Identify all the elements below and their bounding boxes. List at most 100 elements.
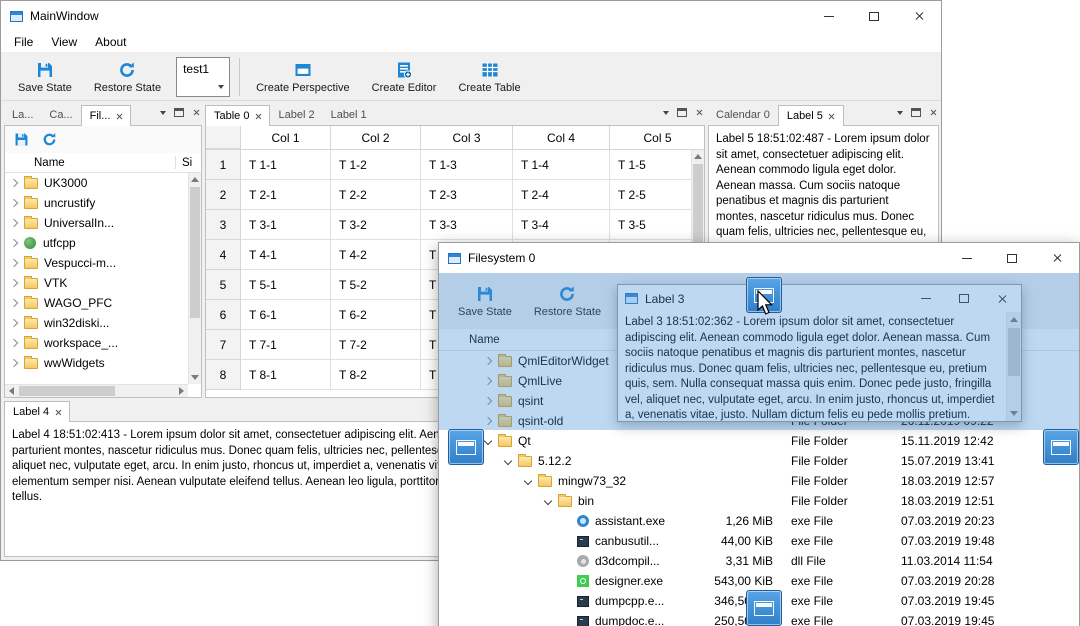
menu-view[interactable]: View [42, 31, 86, 52]
tabs-menu-icon[interactable] [663, 110, 669, 115]
tab-close-icon[interactable] [254, 113, 261, 120]
scroll-down-icon[interactable] [191, 375, 199, 380]
undock-icon[interactable] [677, 108, 687, 117]
tab-label-2[interactable]: Label 2 [270, 105, 322, 125]
create-perspective-button[interactable]: Create Perspective [248, 57, 358, 97]
tree-item[interactable]: win32diski... [5, 313, 201, 333]
restore-icon[interactable] [41, 131, 58, 148]
tab-calendar[interactable]: Ca... [41, 105, 80, 125]
table-cell[interactable]: T 6-1 [241, 300, 331, 330]
table-cell[interactable]: T 3-4 [513, 210, 610, 240]
chevron-right-icon[interactable] [9, 258, 19, 268]
tab-filesystem[interactable]: Fil... [80, 105, 132, 126]
table-cell[interactable]: T 3-2 [331, 210, 421, 240]
tree-item[interactable]: UK3000 [5, 173, 201, 193]
tree-item[interactable]: VTK [5, 273, 201, 293]
tab-close-icon[interactable] [828, 113, 835, 120]
tabs-menu-icon[interactable] [897, 110, 903, 115]
dock-indicator-right[interactable] [1043, 429, 1079, 465]
restore-state-button[interactable]: Restore State [86, 57, 169, 97]
table-cell[interactable]: T 2-2 [331, 180, 421, 210]
maximize-button[interactable] [989, 243, 1034, 273]
table-cell[interactable]: T 2-4 [513, 180, 610, 210]
close-dock-icon[interactable] [929, 109, 936, 116]
table-cell[interactable]: T 4-1 [241, 240, 331, 270]
chevron-right-icon[interactable] [9, 298, 19, 308]
fs-row[interactable]: d3dcompil... 3,31 MiB dll File 11.03.2014 1… [439, 551, 1079, 571]
save-state-button[interactable]: Save State [10, 57, 80, 97]
scrollbar-thumb[interactable] [19, 386, 115, 396]
tab-close-icon[interactable] [54, 409, 61, 416]
tree-item[interactable]: workspace_... [5, 333, 201, 353]
chevron-right-icon[interactable] [9, 198, 19, 208]
maximize-button[interactable] [851, 1, 896, 31]
chevron-down-icon[interactable] [503, 456, 513, 466]
table-cell[interactable]: T 8-1 [241, 360, 331, 390]
row-header[interactable]: 8 [206, 360, 241, 390]
row-header[interactable]: 4 [206, 240, 241, 270]
table-cell[interactable]: T 3-1 [241, 210, 331, 240]
scrollbar-thumb[interactable] [190, 187, 200, 318]
corner-header[interactable] [206, 126, 241, 149]
fs-row[interactable]: canbusutil... 44,00 KiB exe File 07.03.2019… [439, 531, 1079, 551]
tab-close-icon[interactable] [115, 113, 122, 120]
tab-table-0[interactable]: Table 0 [205, 105, 271, 126]
tab-labels[interactable]: La... [4, 105, 41, 125]
row-header[interactable]: 6 [206, 300, 241, 330]
table-cell[interactable]: T 7-1 [241, 330, 331, 360]
tree-item[interactable]: Vespucci-m... [5, 253, 201, 273]
chevron-right-icon[interactable] [9, 338, 19, 348]
tab-label-4[interactable]: Label 4 [4, 401, 71, 422]
scroll-up-icon[interactable] [191, 177, 199, 182]
fs-row[interactable]: Qt File Folder 15.11.2019 12:42 [439, 431, 1079, 451]
table-cell[interactable]: T 1-4 [513, 150, 610, 180]
minimize-button[interactable] [944, 243, 989, 273]
row-header[interactable]: 1 [206, 150, 241, 180]
column-header[interactable]: Col 4 [513, 126, 610, 149]
table-cell[interactable]: T 2-1 [241, 180, 331, 210]
close-button[interactable] [896, 1, 941, 31]
create-table-button[interactable]: Create Table [450, 57, 528, 97]
vertical-scrollbar[interactable] [188, 173, 201, 384]
table-cell[interactable]: T 7-2 [331, 330, 421, 360]
minimize-button[interactable] [806, 1, 851, 31]
menu-about[interactable]: About [86, 31, 135, 52]
row-header[interactable]: 7 [206, 330, 241, 360]
table-cell[interactable]: T 3-3 [421, 210, 513, 240]
tab-label-1[interactable]: Label 1 [323, 105, 375, 125]
chevron-down-icon[interactable] [543, 496, 553, 506]
name-column-header[interactable]: Name [5, 157, 65, 169]
chevron-down-icon[interactable] [483, 436, 493, 446]
fs-row[interactable]: designer.exe 543,00 KiB exe File 07.03.2019… [439, 571, 1079, 591]
size-column-header[interactable]: Si [182, 157, 192, 169]
close-dock-icon[interactable] [192, 109, 199, 116]
column-header[interactable]: Col 3 [421, 126, 513, 149]
close-dock-icon[interactable] [695, 109, 702, 116]
tree-item[interactable]: uncrustify [5, 193, 201, 213]
tree-item[interactable]: wwWidgets [5, 353, 201, 373]
menu-file[interactable]: File [5, 31, 42, 52]
column-header[interactable]: Col 2 [331, 126, 421, 149]
filesystem-titlebar[interactable]: Filesystem 0 [439, 243, 1079, 273]
save-icon[interactable] [13, 131, 30, 148]
tab-calendar-0[interactable]: Calendar 0 [708, 105, 778, 125]
dock-indicator-bottom[interactable] [746, 590, 782, 626]
table-cell[interactable]: T 8-2 [331, 360, 421, 390]
table-cell[interactable]: T 5-2 [331, 270, 421, 300]
table-cell[interactable]: T 1-1 [241, 150, 331, 180]
table-cell[interactable]: T 4-2 [331, 240, 421, 270]
fs-row[interactable]: bin File Folder 18.03.2019 12:51 [439, 491, 1079, 511]
scroll-left-icon[interactable] [9, 387, 14, 395]
perspective-combobox[interactable]: test1 [176, 56, 231, 97]
row-header[interactable]: 5 [206, 270, 241, 300]
row-header[interactable]: 2 [206, 180, 241, 210]
table-cell[interactable]: T 6-2 [331, 300, 421, 330]
chevron-right-icon[interactable] [9, 178, 19, 188]
undock-icon[interactable] [911, 108, 921, 117]
fs-row[interactable]: assistant.exe 1,26 MiB exe File 07.03.2019 … [439, 511, 1079, 531]
create-editor-button[interactable]: Create Editor [364, 57, 445, 97]
table-cell[interactable]: T 1-2 [331, 150, 421, 180]
chevron-right-icon[interactable] [9, 318, 19, 328]
tree-item[interactable]: UniversalIn... [5, 213, 201, 233]
horizontal-scrollbar[interactable] [5, 384, 188, 397]
